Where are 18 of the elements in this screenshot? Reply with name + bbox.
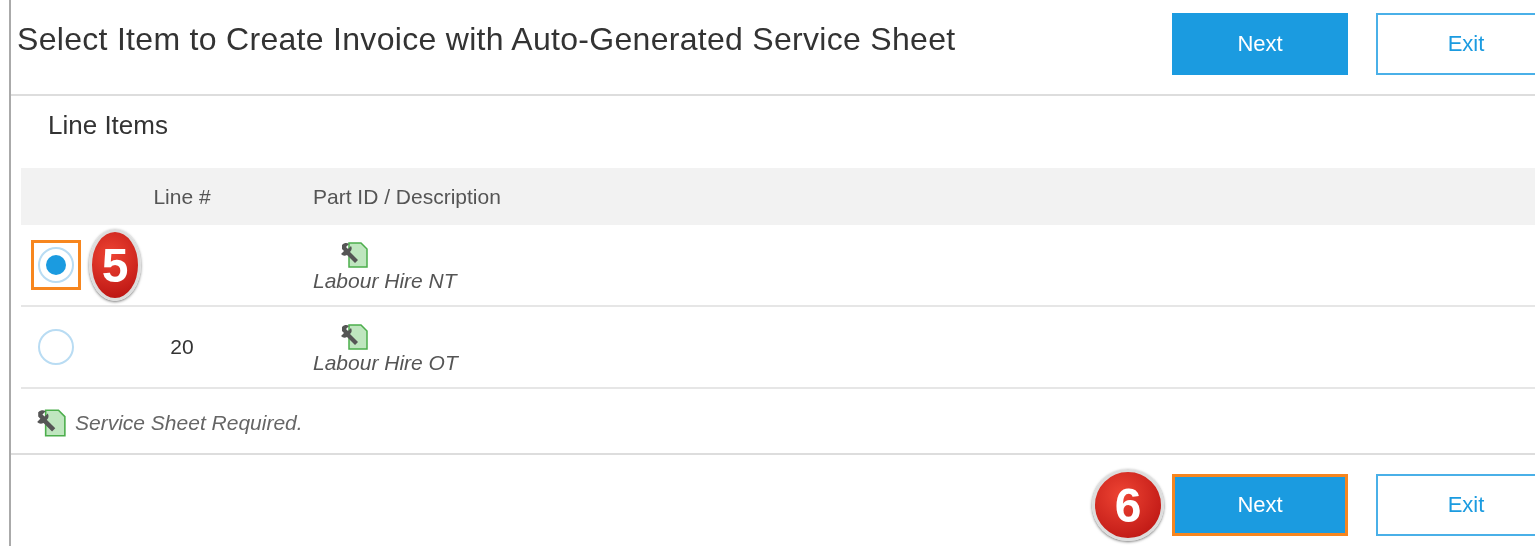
- exit-button[interactable]: Exit: [1376, 474, 1535, 536]
- column-header: Line #: [152, 184, 212, 209]
- line-number: 20: [170, 335, 194, 358]
- column-header: Part ID / Description: [313, 184, 502, 209]
- step-badge: 6: [1092, 469, 1164, 541]
- part-description: Labour Hire NT: [313, 269, 457, 293]
- legend-text: Service Sheet Required.: [75, 411, 303, 435]
- wrench-document-icon: [35, 408, 67, 438]
- exit-button[interactable]: Exit: [1376, 13, 1535, 75]
- section-title: Line Items: [47, 109, 169, 142]
- next-button[interactable]: Next: [1172, 13, 1348, 75]
- part-description: Labour Hire OT: [313, 351, 458, 375]
- wrench-document-icon: [339, 241, 369, 269]
- page-title: Select Item to Create Invoice with Auto-Generated Service Sheet: [17, 20, 956, 58]
- step-badge: 5: [89, 229, 141, 301]
- next-button[interactable]: Next: [1172, 474, 1348, 536]
- wrench-document-icon: [339, 323, 369, 351]
- radio-button[interactable]: [31, 240, 81, 290]
